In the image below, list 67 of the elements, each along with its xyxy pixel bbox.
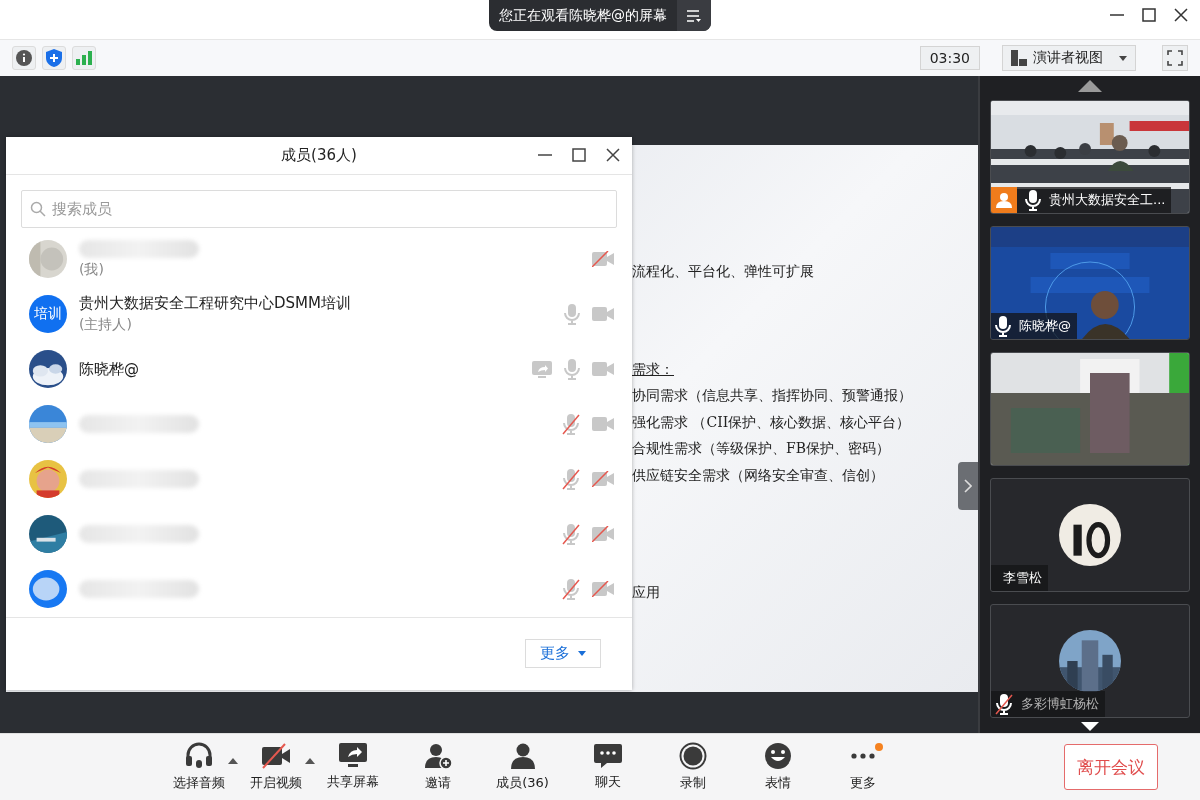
toolbar-button[interactable]: 录制 <box>650 737 735 797</box>
member-role: (主持人) <box>79 316 132 335</box>
avatar: 培训 <box>29 295 67 334</box>
video-tile[interactable]: 李雪松 <box>990 478 1190 592</box>
search-icon <box>30 200 46 217</box>
slide-text: 流程化、平台化、弹性可扩展 <box>632 263 814 281</box>
close-icon[interactable] <box>1174 8 1188 22</box>
down-arrow-icon <box>1080 722 1100 731</box>
layout-icon <box>1011 50 1027 66</box>
menu-button[interactable] <box>677 0 711 31</box>
toolbar-button[interactable]: 更多 <box>820 737 905 797</box>
info-icon <box>16 50 32 66</box>
slide-text: 供应链安全需求（网络安全审查、信创） <box>632 466 884 485</box>
fullscreen-icon <box>1167 50 1183 66</box>
member-name: 贵州大数据安全工程研究中心DSMM培训 <box>79 294 351 314</box>
maximize-icon[interactable] <box>1142 8 1156 22</box>
chat-icon <box>592 743 623 769</box>
leave-meeting-button[interactable]: 离开会议 <box>1064 744 1158 790</box>
scroll-up-button[interactable] <box>1078 80 1102 92</box>
member-row[interactable]: 陈晓桦@ <box>6 341 632 397</box>
video-tile[interactable]: 多彩博虹杨松 <box>990 604 1190 718</box>
participant-name: 李雪松 <box>1002 569 1042 587</box>
maximize-icon[interactable] <box>572 148 586 162</box>
share-screen-icon <box>337 743 368 769</box>
member-row[interactable]: 培训 贵州大数据安全工程研究中心DSMM培训 (主持人) <box>6 286 632 342</box>
toolbar-button[interactable]: 表情 <box>735 737 820 797</box>
more-icon <box>849 753 876 759</box>
caret-icon <box>578 651 586 657</box>
member-row[interactable]: (我) <box>6 231 632 287</box>
slide-text: 应用 <box>632 584 660 602</box>
fullscreen-button[interactable] <box>1162 45 1188 71</box>
participant-name: 多彩博虹杨松 <box>1020 695 1099 713</box>
participant-name: 陈晓桦@ <box>1018 317 1071 335</box>
panel-title: 成员(36人) <box>281 145 357 165</box>
slide-text: 合规性需求（等级保护、FB保护、密码） <box>632 440 890 458</box>
slide-text: 强化需求 （CII保护、核心数据、核心平台） <box>632 413 911 432</box>
close-icon[interactable] <box>606 148 620 162</box>
participant-name: 贵州大数据安全工... <box>1048 191 1166 209</box>
scroll-down-button[interactable] <box>1080 722 1100 731</box>
banner-text: 您正在观看陈晓桦@的屏幕 <box>498 5 668 25</box>
toolbar-button[interactable]: 聊天 <box>565 737 650 797</box>
caret-icon <box>1119 55 1127 61</box>
search-field[interactable]: 搜索成员 <box>21 189 617 228</box>
toolbar-button[interactable]: 成员(36) <box>480 737 565 797</box>
smiley-icon <box>763 742 792 770</box>
member-name: 陈晓桦@ <box>79 359 139 379</box>
shield-icon <box>46 49 62 67</box>
expand-handle[interactable] <box>958 462 978 510</box>
toolbar-button[interactable]: 邀请 <box>395 737 480 797</box>
member-role: (我) <box>79 260 104 279</box>
info-button[interactable] <box>12 46 36 70</box>
slide-text: 协同需求（信息共享、指挥协同、预警通报） <box>632 387 912 405</box>
view-dropdown[interactable]: 演讲者视图 <box>1002 45 1136 71</box>
headset-icon <box>183 742 214 770</box>
slide-text: 需求： <box>632 360 674 379</box>
person-icon <box>996 192 1012 208</box>
up-arrow-icon <box>1078 80 1102 92</box>
camera-off-icon <box>260 742 291 770</box>
meeting-timer: 03:30 <box>919 46 980 70</box>
add-person-icon <box>422 742 453 770</box>
more-button[interactable]: 更多 <box>525 639 601 669</box>
person-icon <box>509 742 536 770</box>
security-button[interactable] <box>42 46 66 70</box>
record-icon <box>678 742 707 770</box>
menu-icon <box>687 9 701 22</box>
signal-icon <box>76 51 92 65</box>
chevron-icon <box>964 479 972 493</box>
